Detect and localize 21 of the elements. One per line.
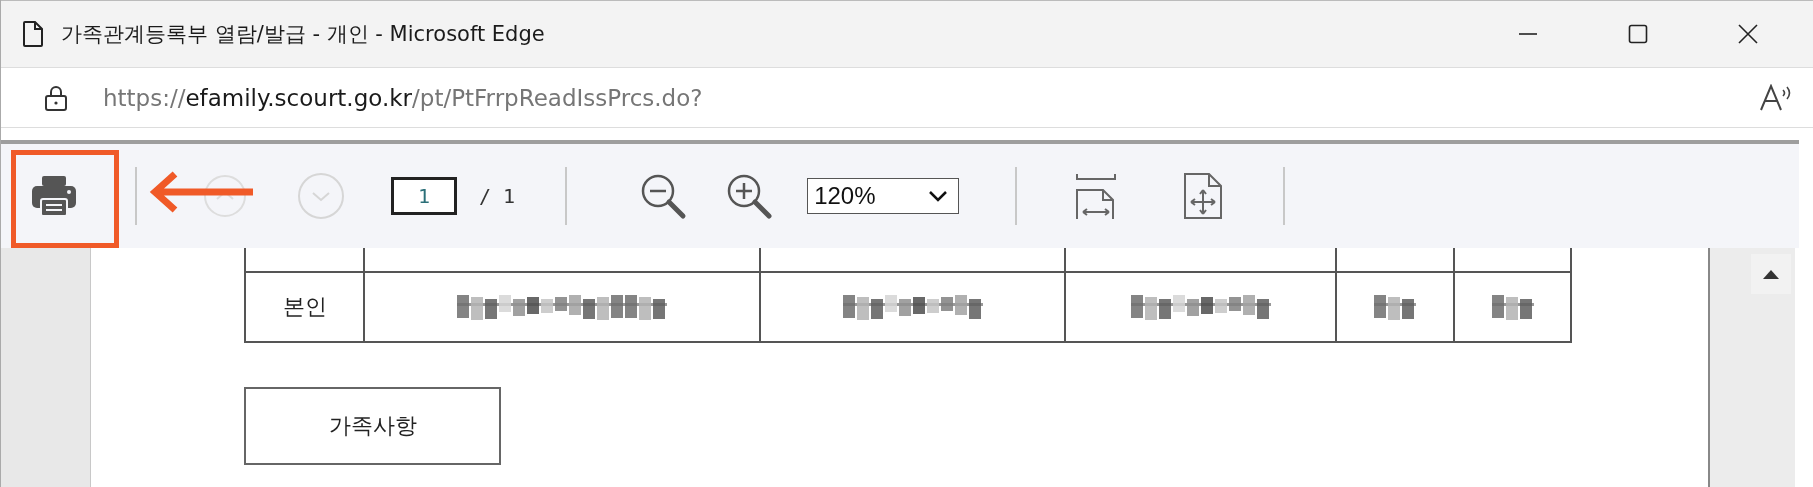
read-aloud-icon[interactable] (1759, 83, 1793, 112)
zoom-out-button[interactable] (639, 172, 688, 220)
page-number-field[interactable]: 1 (391, 177, 457, 215)
lock-icon (45, 84, 67, 111)
close-icon (1738, 24, 1758, 44)
minimize-icon (1518, 33, 1538, 35)
zoom-in-button[interactable] (725, 172, 774, 220)
print-button[interactable] (31, 175, 77, 217)
fit-page-button[interactable] (1183, 172, 1224, 220)
section-label: 가족사항 (244, 387, 501, 465)
window-title: 가족관계등록부 열람/발급 - 개인 - Microsoft Edge (61, 21, 546, 48)
scrollbar[interactable] (1708, 248, 1795, 487)
triangle-up-icon (1763, 269, 1779, 279)
scroll-up-button[interactable] (1751, 254, 1791, 294)
url-text[interactable]: https://efamily.scourt.go.kr/pt/PtFrrpReadIssPrcs.do? (103, 84, 1759, 111)
maximize-icon (1628, 24, 1648, 44)
page-icon (23, 21, 43, 47)
zoom-select[interactable]: 120% (807, 178, 960, 214)
table-cell: 본인 (282, 294, 327, 319)
page-total: / 1 (479, 184, 516, 208)
chevron-down-icon (928, 190, 949, 202)
